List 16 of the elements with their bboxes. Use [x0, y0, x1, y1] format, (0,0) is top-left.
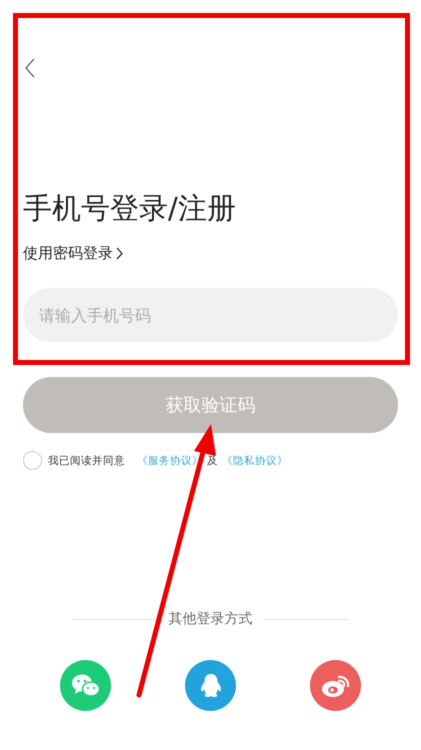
page-title: 手机号登录/注册	[23, 190, 237, 227]
social-login-button[interactable]	[60, 660, 111, 711]
other-login-label: 其他登录方式	[168, 610, 252, 628]
chevron-right-icon	[116, 247, 123, 260]
agreement-checkbox[interactable]	[23, 451, 42, 470]
agreement-joiner: 及	[207, 454, 218, 468]
social-login-button[interactable]	[185, 660, 236, 711]
service-agreement-link[interactable]: 《服务协议》	[137, 454, 203, 468]
phone-input-field[interactable]: 请输入手机号码	[23, 288, 398, 342]
back-icon[interactable]	[25, 58, 35, 78]
chat-bubbles-icon	[70, 672, 100, 698]
agreement-text: 我已阅读并同意	[48, 454, 125, 468]
penguin-icon	[200, 672, 222, 698]
privacy-agreement-link[interactable]: 《隐私协议》	[222, 454, 288, 468]
social-login-button[interactable]	[310, 660, 361, 711]
password-login-link[interactable]: 使用密码登录	[23, 244, 123, 263]
